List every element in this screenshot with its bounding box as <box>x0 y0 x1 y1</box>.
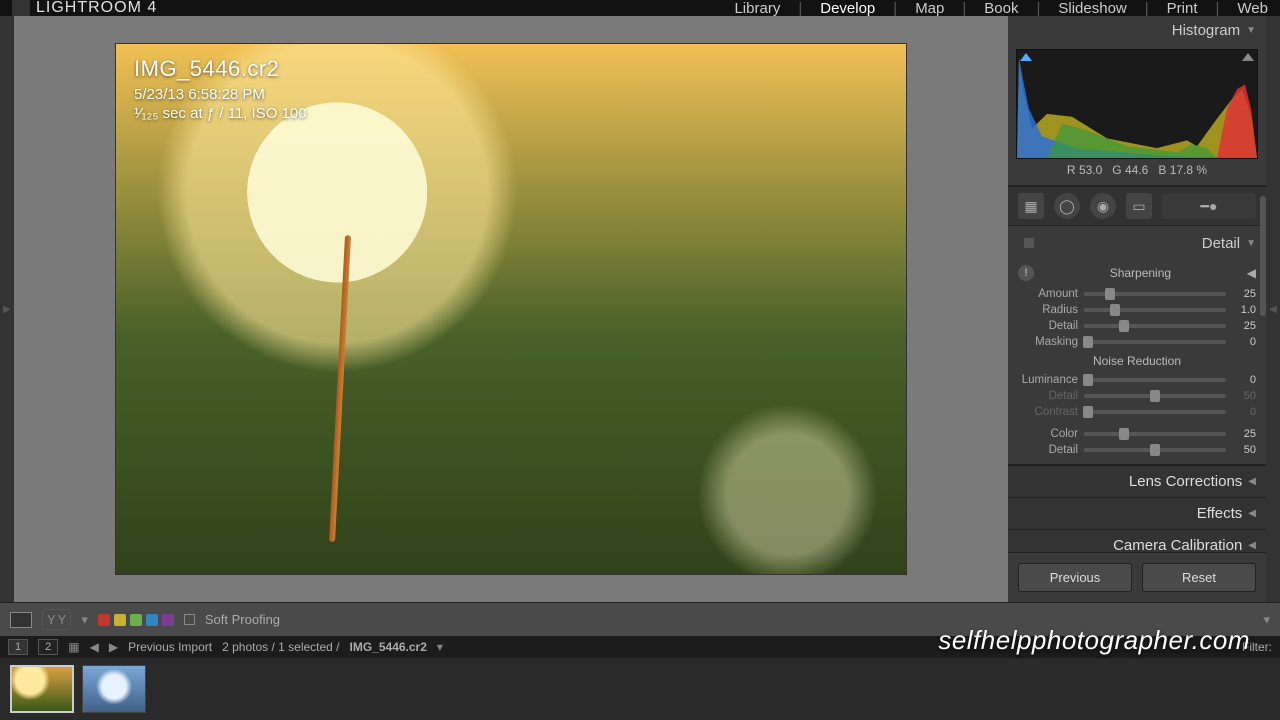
main-window-indicator[interactable]: 1 <box>8 639 28 655</box>
brush-tool-icon[interactable]: ━● <box>1162 193 1256 219</box>
image-preview[interactable]: IMG_5446.cr2 5/23/13 6:58:28 PM ¹⁄₁₂₅ se… <box>116 44 906 574</box>
module-web[interactable]: Web <box>1237 0 1268 17</box>
app-logo-icon <box>12 0 30 17</box>
histogram-title: Histogram <box>1172 22 1240 39</box>
module-develop[interactable]: Develop <box>820 0 875 17</box>
module-book[interactable]: Book <box>984 0 1018 17</box>
spot-tool-icon[interactable]: ◯ <box>1054 193 1080 219</box>
effects-panel[interactable]: Effects◀ <box>1008 497 1266 529</box>
module-slideshow[interactable]: Slideshow <box>1058 0 1126 17</box>
grid-icon[interactable]: ▦ <box>68 640 79 654</box>
panel-toggle-icon[interactable] <box>1024 238 1034 248</box>
crop-tool-icon[interactable]: ▦ <box>1018 193 1044 219</box>
detail-title: Detail <box>1046 235 1240 252</box>
nav-fwd-icon[interactable]: ▶ <box>109 640 118 654</box>
before-after-icon[interactable]: YY <box>42 609 71 630</box>
soft-proofing-label: Soft Proofing <box>205 612 280 627</box>
warning-icon[interactable]: ! <box>1018 265 1034 281</box>
image-exposure: ¹⁄₁₂₅ sec at ƒ / 11, ISO 100 <box>134 105 307 122</box>
noise-lum-contrast-slider: Contrast0 <box>1008 404 1266 420</box>
filmstrip <box>0 658 1280 720</box>
detail-panel: Detail ▼ ! Sharpening ◀ Amount25 Radius1… <box>1008 226 1266 465</box>
camera-calibration-panel[interactable]: Camera Calibration◀ <box>1008 529 1266 552</box>
chevron-down-icon[interactable]: ▼ <box>1246 25 1256 36</box>
app-brand: LIGHTROOM 4 <box>12 0 157 17</box>
module-print[interactable]: Print <box>1167 0 1198 17</box>
redeye-tool-icon[interactable]: ◉ <box>1090 193 1116 219</box>
gradient-tool-icon[interactable]: ▭ <box>1126 193 1152 219</box>
noise-col-detail-slider[interactable]: Detail50 <box>1008 442 1266 458</box>
sharpen-detail-slider[interactable]: Detail25 <box>1008 318 1266 334</box>
image-filename: IMG_5446.cr2 <box>134 56 307 82</box>
app-name: LIGHTROOM 4 <box>36 0 157 17</box>
noise-color-slider[interactable]: Color25 <box>1008 426 1266 442</box>
left-panel-expand[interactable]: ▶ <box>0 16 14 602</box>
image-info-overlay: IMG_5446.cr2 5/23/13 6:58:28 PM ¹⁄₁₂₅ se… <box>134 56 307 122</box>
label-blue[interactable] <box>146 614 158 626</box>
filmstrip-thumb-2[interactable] <box>82 665 146 713</box>
noise-lum-detail-slider: Detail50 <box>1008 388 1266 404</box>
loupe-view-icon[interactable] <box>10 612 32 628</box>
histogram-graph[interactable] <box>1016 49 1258 159</box>
right-panel: Histogram ▼ R 53.0 G 44.6 B <box>1008 16 1266 602</box>
chevron-left-icon: ◀ <box>1248 476 1256 487</box>
canvas-area: IMG_5446.cr2 5/23/13 6:58:28 PM ¹⁄₁₂₅ se… <box>14 16 1008 602</box>
module-picker: Library| Develop| Map| Book| Slideshow| … <box>734 0 1268 17</box>
label-red[interactable] <box>98 614 110 626</box>
dropdown-icon[interactable]: ▾ <box>81 612 88 628</box>
histogram-panel: Histogram ▼ R 53.0 G 44.6 B <box>1008 16 1266 186</box>
image-datetime: 5/23/13 6:58:28 PM <box>134 86 307 103</box>
chevron-left-icon[interactable]: ◀ <box>1247 266 1256 280</box>
soft-proofing-checkbox[interactable] <box>184 614 195 625</box>
color-label-chips <box>98 614 174 626</box>
filmstrip-current: IMG_5446.cr2 <box>350 640 427 654</box>
previous-button[interactable]: Previous <box>1018 563 1132 592</box>
noise-luminance-slider[interactable]: Luminance0 <box>1008 372 1266 388</box>
sharpen-radius-slider[interactable]: Radius1.0 <box>1008 302 1266 318</box>
label-green[interactable] <box>130 614 142 626</box>
lens-corrections-panel[interactable]: Lens Corrections◀ <box>1008 465 1266 497</box>
develop-toolstrip: ▦ ◯ ◉ ▭ ━● <box>1008 186 1266 226</box>
noise-title: Noise Reduction <box>1008 350 1266 372</box>
chevron-left-icon: ◀ <box>1248 508 1256 519</box>
label-purple[interactable] <box>162 614 174 626</box>
sharpen-masking-slider[interactable]: Masking0 <box>1008 334 1266 350</box>
reset-button[interactable]: Reset <box>1142 563 1256 592</box>
module-library[interactable]: Library <box>734 0 780 17</box>
photo-content <box>116 44 906 574</box>
second-window-indicator[interactable]: 2 <box>38 639 58 655</box>
sharpen-amount-slider[interactable]: Amount25 <box>1008 286 1266 302</box>
right-panel-collapse[interactable]: ◀ <box>1266 16 1280 602</box>
filmstrip-thumb-1[interactable] <box>10 665 74 713</box>
panel-scrollbar[interactable] <box>1260 196 1266 316</box>
watermark-text: selfhelpphotographer.com <box>938 625 1250 656</box>
module-map[interactable]: Map <box>915 0 944 17</box>
sharpening-title: Sharpening <box>1042 262 1239 284</box>
rgb-readout: R 53.0 G 44.6 B 17.8 % <box>1008 159 1266 185</box>
chevron-left-icon: ◀ <box>1248 540 1256 551</box>
histogram-svg <box>1017 50 1257 158</box>
filmstrip-source[interactable]: Previous Import <box>128 640 212 654</box>
right-panel-footer: Previous Reset <box>1008 552 1266 602</box>
filmstrip-counts: 2 photos / 1 selected / <box>222 640 339 654</box>
toolbar-menu-icon[interactable]: ▾ <box>1263 612 1270 628</box>
label-yellow[interactable] <box>114 614 126 626</box>
top-bar: LIGHTROOM 4 Library| Develop| Map| Book|… <box>0 0 1280 16</box>
chevron-down-icon[interactable]: ▼ <box>1246 238 1256 249</box>
chevron-down-icon[interactable]: ▾ <box>437 640 443 654</box>
nav-back-icon[interactable]: ◀ <box>90 640 99 654</box>
